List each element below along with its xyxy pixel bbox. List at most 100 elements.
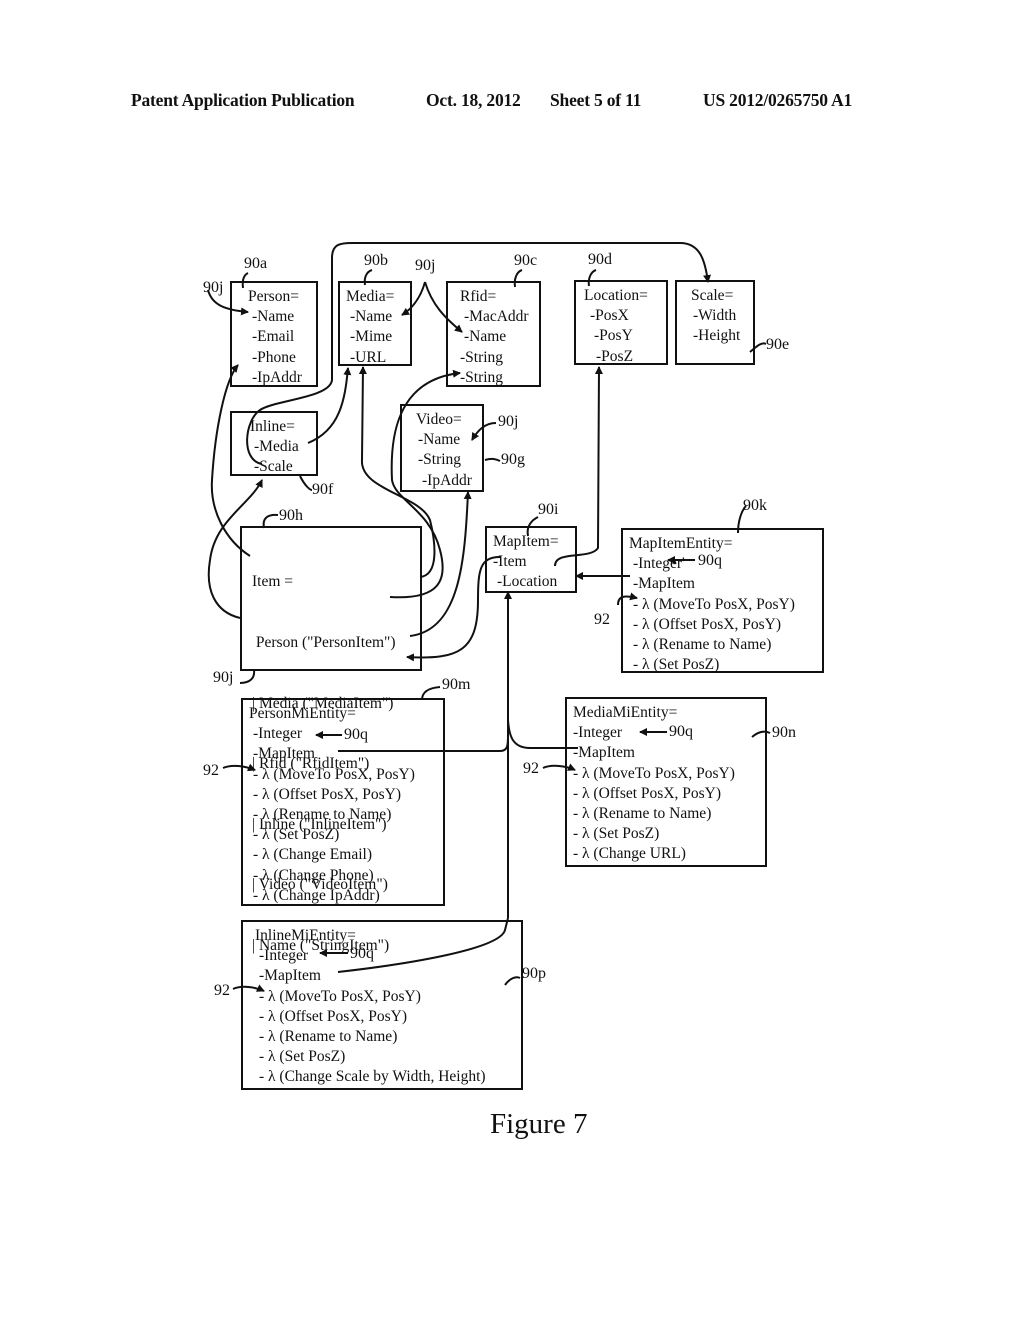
mapitementity-field: -Integer' bbox=[633, 555, 685, 573]
mapitem-box: MapItem= -Item -Location bbox=[485, 526, 577, 593]
scale-box: Scale= -Width -Height bbox=[675, 280, 755, 365]
figure-caption: Figure 7 bbox=[490, 1108, 588, 1140]
rfid-title: Rfid= bbox=[460, 288, 497, 305]
mediamientity-method: - λ (MoveTo PosX, PosY) bbox=[573, 764, 735, 782]
inlinemientity-method: - λ (MoveTo PosX, PosY) bbox=[259, 987, 421, 1005]
inlinemientity-method: - λ (Change Scale by Width, Height) bbox=[259, 1068, 486, 1086]
rfid-field: -MacAddr bbox=[464, 308, 529, 326]
ref-label-90a: 90a bbox=[244, 255, 268, 272]
item-title: Item = bbox=[252, 573, 294, 591]
personmientity-method: - λ (Offset PosX, PosY) bbox=[253, 785, 402, 803]
mapitementity-box: MapItemEntity= -Integer' -MapItem - λ (M… bbox=[621, 528, 824, 673]
media-title: Media= bbox=[346, 288, 395, 305]
personmientity-method: - λ (Change Email) bbox=[253, 846, 372, 864]
personmientity-field: -Integer bbox=[253, 725, 303, 743]
inlinemientity-method: - λ (Rename to Name) bbox=[259, 1028, 398, 1046]
mediamientity-method: - λ (Set PosZ) bbox=[573, 825, 660, 843]
ref-label-90p: 90p bbox=[522, 965, 546, 982]
location-box: Location= -PosX -PosY -PosZ bbox=[574, 280, 668, 365]
mapitementity-method: - λ (Rename to Name) bbox=[633, 636, 772, 654]
mapitementity-method: - λ (Offset PosX, PosY) bbox=[633, 615, 782, 633]
mediamientity-field: -MapItem bbox=[573, 744, 635, 762]
media-field: -Mime bbox=[350, 328, 393, 346]
personmientity-method: - λ (Change IpAddr) bbox=[253, 886, 380, 904]
ref-label-90n: 90n bbox=[772, 724, 796, 741]
callout-90g bbox=[484, 457, 501, 462]
person-field: -Phone bbox=[252, 348, 296, 366]
location-field: -PosX bbox=[590, 307, 629, 325]
ref-label-90i: 90i bbox=[538, 501, 559, 518]
location-field: -PosZ bbox=[596, 347, 634, 365]
media-field: -URL bbox=[350, 348, 387, 366]
mediamientity-method: - λ (Rename to Name) bbox=[573, 805, 712, 823]
person-field: -IpAddr bbox=[252, 368, 302, 386]
video-field: -String bbox=[418, 451, 462, 469]
ref-label-90j: 90j bbox=[498, 413, 519, 430]
mapitementity-title: MapItemEntity= bbox=[629, 535, 733, 552]
ref-label-90m: 90m bbox=[442, 676, 471, 693]
patent-number: US 2012/0265750 A1 bbox=[703, 90, 853, 110]
inlinemientity-method: - λ (Set PosZ) bbox=[259, 1048, 346, 1066]
ref-label-92: 92 bbox=[214, 982, 230, 999]
inlinemientity-box: InlineMiEntity= -Integer -MapItem - λ (M… bbox=[241, 920, 523, 1090]
person-field: -Name bbox=[252, 308, 295, 326]
video-field: -Name bbox=[418, 431, 461, 449]
inlinemientity-field: -Integer bbox=[259, 947, 309, 965]
inlinemientity-method: - λ (Offset PosX, PosY) bbox=[259, 1007, 408, 1025]
personmientity-method: - λ (MoveTo PosX, PosY) bbox=[253, 765, 415, 783]
video-box: Video= -Name -String -IpAddr bbox=[400, 404, 484, 492]
person-box: Person= -Name -Email -Phone -IpAddr bbox=[230, 281, 318, 387]
ref-label-92: 92 bbox=[594, 611, 610, 628]
mapitementity-method: - λ (Set PosZ) bbox=[633, 656, 720, 674]
media-box: Media= -Name -Mime -URL bbox=[338, 281, 412, 366]
mapitementity-method: - λ (MoveTo PosX, PosY) bbox=[633, 595, 795, 613]
rfid-box: Rfid= -MacAddr -Name -String -String bbox=[446, 281, 541, 387]
personmientity-box: PersonMiEntity= -Integer -MapItem - λ (M… bbox=[241, 698, 445, 906]
mediamientity-method: - λ (Offset PosX, PosY) bbox=[573, 784, 722, 802]
personmientity-title: PersonMiEntity= bbox=[249, 705, 356, 722]
ref-label-90q: 90q bbox=[669, 723, 693, 740]
inline-box: Inline= -Media -Scale bbox=[230, 411, 318, 476]
ref-label-90j: 90j bbox=[213, 669, 234, 686]
inlinemientity-title: InlineMiEntity= bbox=[255, 927, 356, 944]
location-title: Location= bbox=[584, 287, 648, 304]
inlinemientity-field: -MapItem bbox=[259, 967, 321, 985]
ref-label-90d: 90d bbox=[588, 251, 612, 268]
mediamientity-field: -Integer bbox=[573, 724, 623, 742]
personmientity-method: - λ (Set PosZ) bbox=[253, 826, 340, 844]
scale-title: Scale= bbox=[691, 287, 734, 304]
ref-label-92: 92 bbox=[523, 760, 539, 777]
item-variant: Person ("PersonItem") bbox=[252, 634, 396, 652]
mediamientity-method: - λ (Change URL) bbox=[573, 845, 686, 863]
publication-date: Oct. 18, 2012 bbox=[426, 90, 521, 110]
rfid-field: -String bbox=[460, 368, 504, 386]
item-box: Item = Person ("PersonItem") | Media ("M… bbox=[240, 526, 422, 954]
location-field: -PosY bbox=[594, 327, 633, 345]
ref-label-90q: 90q bbox=[698, 552, 722, 569]
ref-label-90f: 90f bbox=[312, 481, 334, 498]
callout-90f bbox=[299, 475, 313, 491]
video-field: -IpAddr bbox=[422, 471, 472, 489]
mapitem-field: -Item bbox=[493, 553, 527, 571]
inline-title: Inline= bbox=[250, 418, 295, 435]
ref-label-90g: 90g bbox=[501, 451, 525, 468]
inline-field: -Media bbox=[254, 438, 299, 456]
mapitem-field: -Location bbox=[497, 573, 558, 591]
ref-label-90k: 90k bbox=[743, 497, 767, 514]
ref-label-90q: 90q bbox=[344, 726, 368, 743]
inline-field: -Scale bbox=[254, 458, 293, 476]
person-field: -Email bbox=[252, 328, 295, 346]
scale-field: -Width bbox=[693, 307, 737, 325]
ref-label-90q: 90q bbox=[350, 945, 374, 962]
sheet-number: Sheet 5 of 11 bbox=[550, 90, 642, 110]
person-title: Person= bbox=[248, 288, 299, 305]
mediamientity-box: MediaMiEntity= -Integer -MapItem - λ (Mo… bbox=[565, 697, 767, 867]
ref-label-92: 92 bbox=[203, 762, 219, 779]
mapitem-title: MapItem= bbox=[493, 533, 559, 550]
ref-label-90c: 90c bbox=[514, 252, 538, 269]
personmientity-method: - λ (Change Phone) bbox=[253, 866, 374, 884]
rfid-field: -String bbox=[460, 348, 504, 366]
ref-label-90e: 90e bbox=[766, 336, 790, 353]
ref-label-90h: 90h bbox=[279, 507, 303, 524]
ref-label-90b: 90b bbox=[364, 252, 388, 269]
